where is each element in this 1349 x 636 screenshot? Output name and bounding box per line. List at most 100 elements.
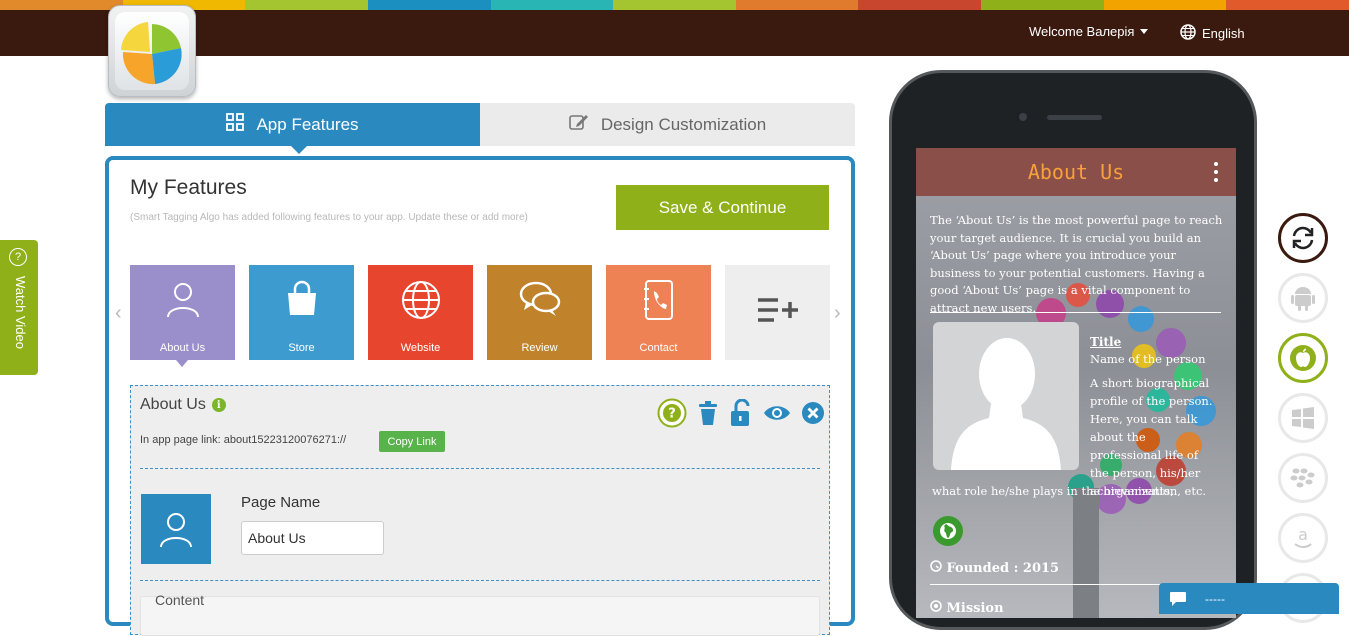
page-name-label: Page Name: [241, 494, 321, 511]
delete-icon[interactable]: [697, 400, 719, 426]
windows-button[interactable]: [1278, 393, 1328, 443]
welcome-text: Welcome Валерія: [1029, 24, 1135, 39]
editor-title: About Us i: [140, 396, 226, 414]
tab-design-customization[interactable]: Design Customization: [480, 103, 855, 146]
scroll-left-icon[interactable]: ‹: [115, 302, 122, 325]
main-tabs: App Features Design Customization: [105, 103, 855, 154]
divider: [930, 312, 1221, 313]
about-intro-text: The ‘About Us’ is the most powerful page…: [930, 213, 1223, 315]
founded-row: Founded : 2015: [930, 560, 1059, 576]
page-name-input[interactable]: [241, 521, 384, 555]
editor-actions: ?: [657, 398, 825, 428]
feature-label: About Us: [159, 342, 206, 354]
refresh-icon: [1292, 226, 1314, 250]
windows-icon: [1292, 407, 1314, 429]
preview-eye-icon[interactable]: [763, 404, 791, 422]
question-icon: ?: [9, 248, 27, 266]
tab-label: App Features: [256, 114, 359, 134]
features-panel: My Features (Smart Tagging Algo has adde…: [105, 156, 855, 636]
founded-text: Founded : 2015: [946, 561, 1060, 576]
feature-store[interactable]: Store: [249, 265, 354, 360]
feature-contact[interactable]: Contact: [606, 265, 711, 360]
help-icon[interactable]: ?: [657, 398, 687, 428]
shopping-bag-icon: [287, 280, 316, 315]
svg-text:a: a: [1298, 525, 1308, 544]
panel-subtitle: (Smart Tagging Algo has added following …: [130, 212, 528, 223]
stripe-segment: [367, 0, 491, 10]
stripe-segment: [245, 0, 368, 10]
tab-label: Design Customization: [600, 114, 767, 134]
chat-bubbles-icon: [519, 281, 560, 316]
feature-review[interactable]: Review: [487, 265, 592, 360]
user-menu[interactable]: Welcome Валерія: [1029, 24, 1149, 39]
caret-down-icon: [1140, 29, 1149, 34]
apple-button[interactable]: [1278, 333, 1328, 383]
app-logo[interactable]: [108, 5, 196, 97]
add-feature-button[interactable]: [725, 265, 830, 360]
feature-about-us[interactable]: About Us: [130, 265, 235, 367]
watch-video-label: Watch Video: [13, 276, 28, 349]
android-icon: [1291, 287, 1315, 311]
refresh-button[interactable]: [1278, 213, 1328, 263]
divider: [140, 468, 820, 469]
globe-icon: [1180, 24, 1196, 43]
speaker-grille: [1047, 115, 1102, 120]
feature-label: Review: [521, 342, 558, 354]
user-icon: [166, 283, 199, 318]
phone-screen: About Us The ‘About Us’ is the most powe…: [916, 148, 1236, 618]
app-header: About Us: [916, 148, 1236, 196]
content-section: Content: [140, 592, 820, 636]
page-link-text: In app page link: about15223120076271://: [140, 434, 347, 446]
grid-icon: [226, 113, 245, 136]
stripe-segment: [981, 0, 1104, 10]
svg-text:?: ?: [668, 407, 676, 422]
panel-title: My Features: [130, 176, 247, 199]
more-menu-icon[interactable]: [1214, 162, 1218, 182]
user-icon: [160, 513, 192, 548]
stripe-segment: [490, 0, 614, 10]
amazon-button[interactable]: a: [1278, 513, 1328, 563]
app-screen-title: About Us: [1027, 160, 1125, 184]
android-button[interactable]: [1278, 273, 1328, 323]
address-book-icon: [643, 280, 673, 320]
stripe-segment: [1226, 0, 1349, 10]
feature-label: Website: [400, 342, 441, 354]
person-photo-placeholder: [933, 322, 1079, 470]
feature-editor: About Us i In app page link: about152231…: [130, 385, 830, 636]
feature-website[interactable]: Website: [368, 265, 473, 360]
add-list-icon: [757, 298, 798, 322]
stripe-segment: [735, 0, 859, 10]
person-title: Title: [1090, 335, 1122, 349]
stripe-segment: [1103, 0, 1227, 10]
camera-icon: [1019, 113, 1027, 121]
pie-chart-logo-icon: [121, 22, 182, 85]
stripe-segment: [858, 0, 982, 10]
page-icon-picker[interactable]: [141, 494, 211, 564]
language-selector[interactable]: English: [1180, 24, 1245, 43]
clock-icon: [930, 560, 947, 576]
feature-label: Contact: [639, 342, 678, 354]
save-continue-button[interactable]: Save & Continue: [616, 185, 829, 230]
edit-icon: [569, 113, 589, 136]
chat-bubble-icon: [1170, 591, 1186, 606]
blackberry-button[interactable]: [1278, 453, 1328, 503]
chat-widget[interactable]: -----: [1159, 583, 1339, 614]
close-icon[interactable]: [801, 401, 825, 425]
language-label: English: [1202, 26, 1245, 41]
tab-app-features[interactable]: App Features: [105, 103, 480, 154]
scroll-right-icon[interactable]: ›: [834, 302, 841, 325]
person-bio-continued: what role he/she plays in the organizati…: [932, 484, 1207, 498]
unlock-icon[interactable]: [729, 399, 753, 427]
chat-label: -----: [1205, 591, 1225, 606]
watch-video-tab[interactable]: ? Watch Video: [0, 240, 38, 375]
person-name: Name of the person: [1090, 352, 1206, 366]
person-silhouette-icon: [951, 338, 1061, 470]
copy-link-button[interactable]: Copy Link: [379, 431, 445, 452]
apple-icon: [1290, 345, 1316, 371]
info-icon[interactable]: i: [211, 398, 226, 412]
divider: [140, 580, 820, 581]
color-stripe: [0, 0, 1349, 10]
stripe-segment: [0, 0, 123, 10]
website-globe-icon[interactable]: [933, 516, 963, 546]
content-label: Content: [155, 592, 205, 608]
